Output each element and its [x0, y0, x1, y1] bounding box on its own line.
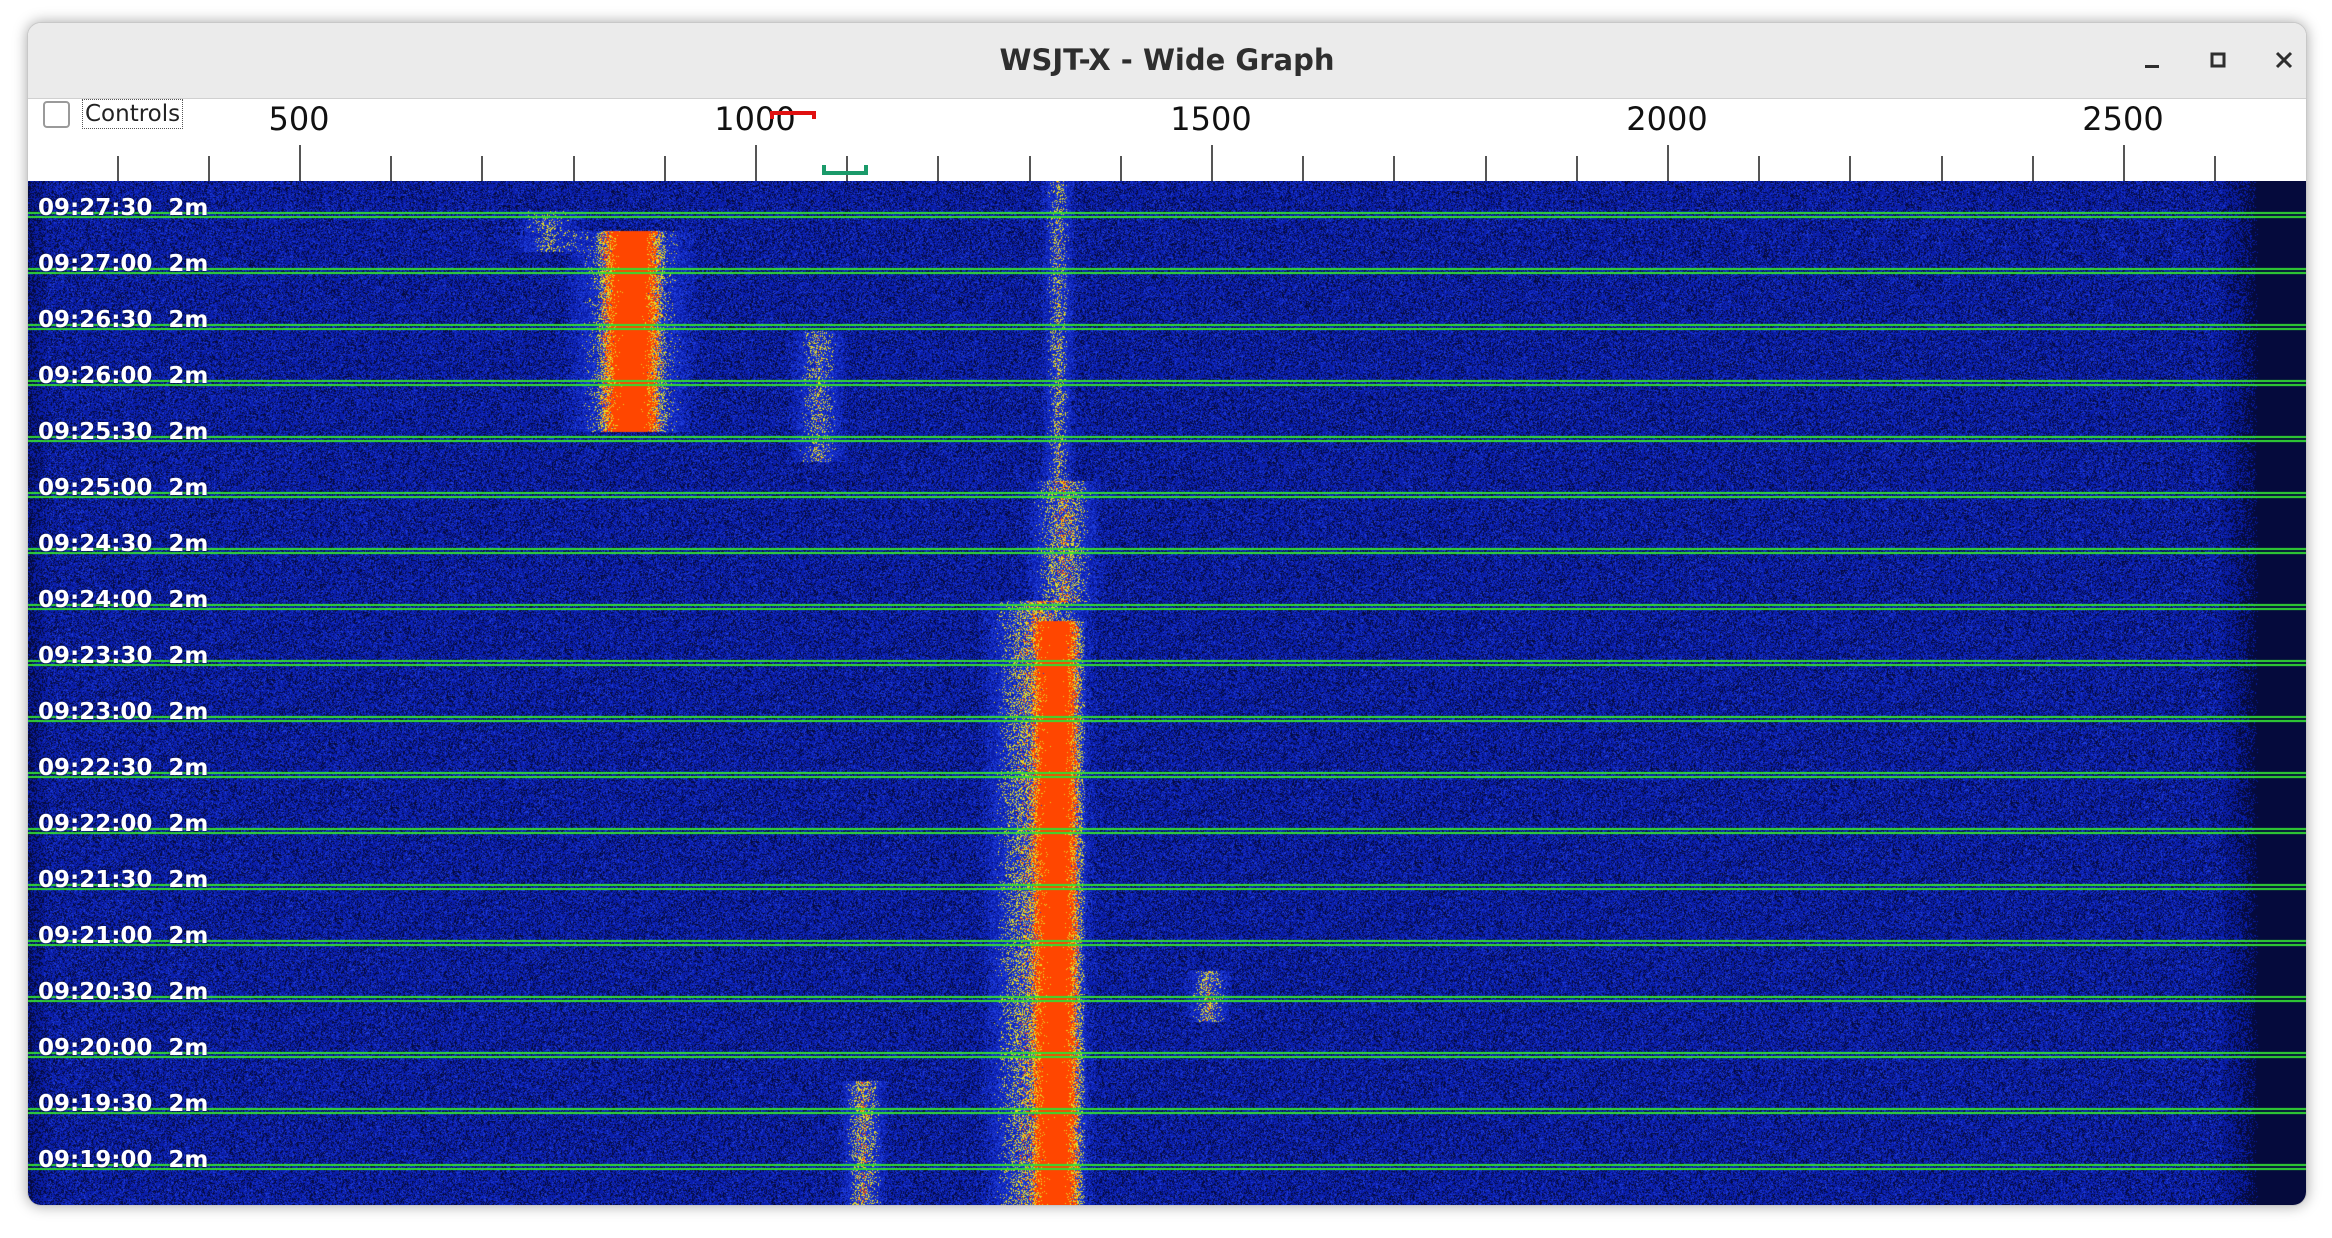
window-title: WSJT-X - Wide Graph — [999, 43, 1335, 77]
close-button[interactable] — [2264, 40, 2304, 80]
waterfall-row-label: 09:25:30 2m — [38, 419, 209, 445]
close-icon — [2275, 51, 2293, 69]
waterfall-row-label: 09:20:30 2m — [38, 979, 209, 1005]
waterfall-row-label: 09:22:30 2m — [38, 755, 209, 781]
waterfall-row-label: 09:26:30 2m — [38, 307, 209, 333]
tx-frequency-marker[interactable] — [822, 165, 868, 175]
waterfall-row-label: 09:18:30 2m — [38, 1203, 208, 1205]
waterfall-display[interactable]: 09:27:30 2m 09:27:00 2m 09:26:30 2m 09:26:0… — [28, 181, 2306, 1205]
waterfall-row-label: 09:24:00 2m — [38, 587, 209, 613]
waterfall-row-label: 09:19:00 2m — [38, 1147, 209, 1173]
waterfall-row-label: 09:22:00 2m — [38, 811, 209, 837]
rx-frequency-marker[interactable] — [770, 111, 816, 119]
waterfall-canvas[interactable] — [28, 181, 2306, 1205]
title-bar[interactable]: WSJT-X - Wide Graph — [28, 23, 2306, 99]
waterfall-row-label: 09:19:30 2m — [38, 1091, 209, 1117]
waterfall-row-label: 09:20:00 2m — [38, 1035, 209, 1061]
frequency-markers — [770, 111, 868, 175]
waterfall-row-label: 09:21:30 2m — [38, 867, 209, 893]
waterfall-row-label: 09:24:30 2m — [38, 531, 209, 557]
waterfall-row-label: 09:21:00 2m — [38, 923, 209, 949]
waterfall-row-label: 09:23:00 2m — [38, 699, 209, 725]
waterfall-row-label: 09:27:30 2m — [38, 195, 209, 221]
maximize-button[interactable] — [2198, 40, 2238, 80]
waterfall-row-label: 09:25:00 2m — [38, 475, 209, 501]
wide-graph-window: WSJT-X - Wide Graph Controls 500 1000 15… — [27, 22, 2307, 1206]
waterfall-row-label: 09:23:30 2m — [38, 643, 209, 669]
waterfall-row-label: 09:26:00 2m — [38, 363, 209, 389]
waterfall-row-label: 09:27:00 2m — [38, 251, 209, 277]
minimize-button[interactable] — [2132, 40, 2172, 80]
maximize-icon — [2210, 52, 2226, 68]
minimize-icon — [2145, 65, 2159, 68]
